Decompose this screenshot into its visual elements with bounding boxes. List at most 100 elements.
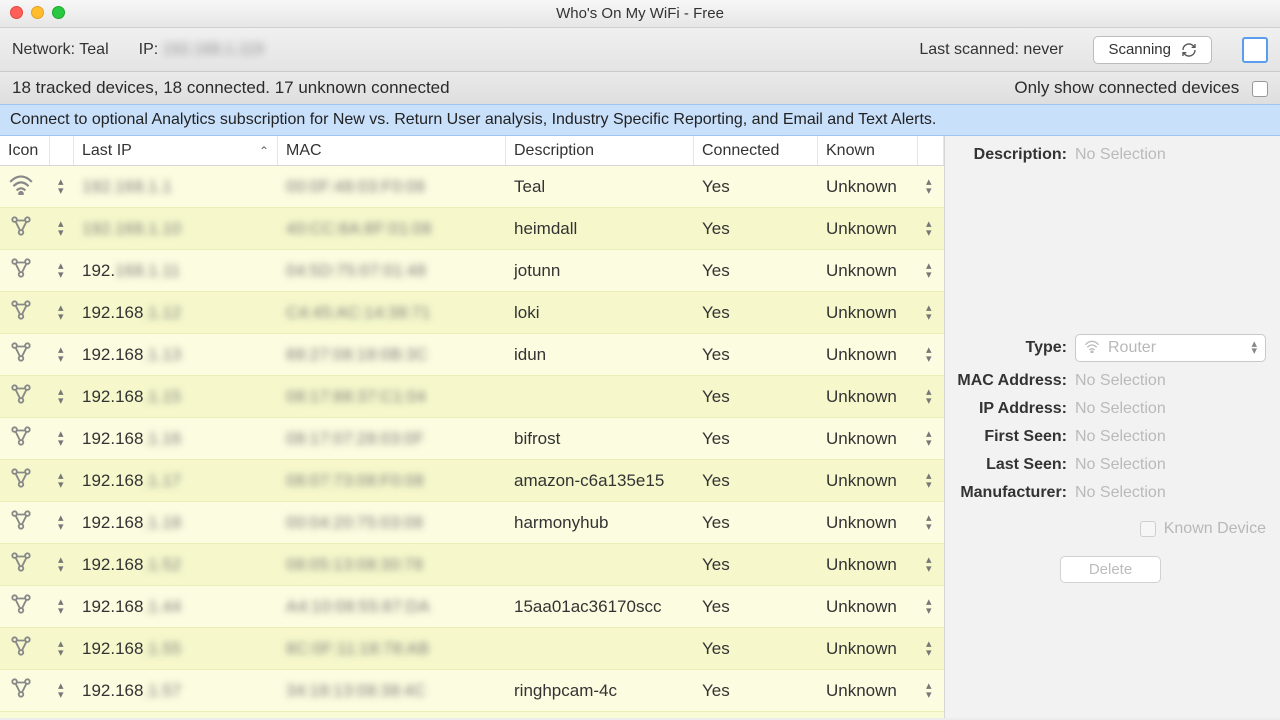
detail-manufacturer-value: No Selection [1075,484,1266,502]
col-sort[interactable] [50,136,74,165]
cell-known: Unknown [818,670,918,711]
cell-known: Unknown [818,502,918,543]
detail-description-label: Description: [955,146,1075,164]
row-stepper[interactable]: ▴▾ [50,208,74,249]
detail-mac-value: No Selection [1075,372,1266,390]
table-row[interactable]: ▴▾192.168.1.1104:5D:75:07:01:48jotunnYes… [0,250,944,292]
cell-last-ip: 192.168.1.15 [74,376,278,417]
col-connected[interactable]: Connected [694,136,818,165]
known-device-toggle[interactable]: Known Device [955,520,1266,538]
cell-last-ip: 192.168.1.57 [74,670,278,711]
col-last-ip[interactable]: Last IP⌃ [74,136,278,165]
col-mac[interactable]: MAC [278,136,506,165]
type-select[interactable]: Router ▴▾ [1075,334,1266,362]
cell-mac: 08:17:07:28:03:0F [278,418,506,459]
row-stepper[interactable]: ▴▾ [50,166,74,207]
known-stepper[interactable]: ▴▾ [918,376,944,417]
known-stepper[interactable]: ▴▾ [918,586,944,627]
cell-description [506,376,694,417]
detail-ip-label: IP Address: [955,400,1075,418]
only-connected-checkbox[interactable] [1252,81,1268,97]
known-stepper[interactable]: ▴▾ [918,292,944,333]
table-header: Icon Last IP⌃ MAC Description Connected … [0,136,944,166]
known-device-label: Known Device [1164,520,1266,538]
cell-last-ip: 192.168.1.12 [74,292,278,333]
cell-mac: 08:17:88:37:C1:04 [278,376,506,417]
known-stepper[interactable]: ▴▾ [918,502,944,543]
row-stepper[interactable]: ▴▾ [50,250,74,291]
cell-description: amazon-c6a135e15 [506,460,694,501]
table-row[interactable]: ▴▾192.168.1.44A4:10:08:55:87:DA15aa01ac3… [0,586,944,628]
row-stepper[interactable]: ▴▾ [50,628,74,669]
node-icon [0,376,50,417]
known-stepper[interactable]: ▴▾ [918,208,944,249]
only-connected-toggle[interactable]: Only show connected devices [1014,78,1268,98]
table-row[interactable]: ▴▾192.168.1.100:0F:48:03:F0:08TealYesUnk… [0,166,944,208]
detail-manufacturer-label: Manufacturer: [955,484,1075,502]
cell-mac: C4:45:AC:14:38:71 [278,292,506,333]
row-stepper[interactable]: ▴▾ [50,544,74,585]
known-stepper[interactable]: ▴▾ [918,166,944,207]
minimize-window-button[interactable] [31,6,44,19]
row-stepper[interactable]: ▴▾ [50,502,74,543]
cell-description [506,628,694,669]
known-stepper[interactable]: ▴▾ [918,460,944,501]
cell-known: Unknown [818,418,918,459]
toolbar-square-button[interactable] [1242,37,1268,63]
analytics-banner[interactable]: Connect to optional Analytics subscripti… [0,104,1280,136]
table-row[interactable]: ▴▾192.168.1.1040:CC:8A:8F:01:08heimdallY… [0,208,944,250]
node-icon [0,502,50,543]
status-row: 18 tracked devices, 18 connected. 17 unk… [0,72,1280,104]
cell-description: jotunn [506,250,694,291]
zoom-window-button[interactable] [52,6,65,19]
known-stepper[interactable]: ▴▾ [918,250,944,291]
toolbar: Network: Teal IP: 192.168.1.119 Last sca… [0,28,1280,72]
known-device-checkbox[interactable] [1140,521,1156,537]
row-stepper[interactable]: ▴▾ [50,418,74,459]
row-stepper[interactable]: ▴▾ [50,292,74,333]
table-row[interactable]: ▴▾192.168.1.558C:0F:11:18:78:ABYesUnknow… [0,628,944,670]
row-stepper[interactable]: ▴▾ [50,586,74,627]
cell-known: Unknown [818,628,918,669]
table-row[interactable]: ▴▾192.168.1.1608:17:07:28:03:0FbifrostYe… [0,418,944,460]
col-icon[interactable]: Icon [0,136,50,165]
cell-last-ip: 192.168.1.55 [74,628,278,669]
wifi-icon [1084,339,1100,358]
table-row[interactable]: ▴▾192.168.1.5734:18:13:08:38:4Cringhpcam… [0,670,944,712]
node-icon [0,418,50,459]
cell-last-ip: 192.168.1.11 [74,250,278,291]
table-row[interactable]: ▴▾192.168.1.1508:17:88:37:C1:04YesUnknow… [0,376,944,418]
table-row[interactable]: ▴▾192.168.1.1708:07:73:08:F0:08amazon-c6… [0,460,944,502]
scan-button[interactable]: Scanning [1093,36,1212,64]
cell-description [506,544,694,585]
detail-ip-value: No Selection [1075,400,1266,418]
row-stepper[interactable]: ▴▾ [50,460,74,501]
table-row[interactable]: ▴▾192.168.1.12C4:45:AC:14:38:71lokiYesUn… [0,292,944,334]
row-stepper[interactable]: ▴▾ [50,334,74,375]
detail-firstseen-label: First Seen: [955,428,1075,446]
cell-known: Unknown [818,586,918,627]
row-stepper[interactable]: ▴▾ [50,670,74,711]
cell-mac: 08:05:13:08:30:78 [278,544,506,585]
known-stepper[interactable]: ▴▾ [918,544,944,585]
node-icon [0,460,50,501]
delete-button[interactable]: Delete [1060,556,1161,583]
known-stepper[interactable]: ▴▾ [918,334,944,375]
cell-connected: Yes [694,670,818,711]
device-table: Icon Last IP⌃ MAC Description Connected … [0,136,944,718]
cell-mac: 00:0F:48:03:F0:08 [278,166,506,207]
cell-last-ip: 192.168.1.44 [74,586,278,627]
close-window-button[interactable] [10,6,23,19]
col-description[interactable]: Description [506,136,694,165]
cell-mac: 04:5D:75:07:01:48 [278,250,506,291]
table-row[interactable]: ▴▾192.168.1.1800:04:20:75:03:08harmonyhu… [0,502,944,544]
only-connected-label: Only show connected devices [1014,78,1239,97]
table-row[interactable]: ▴▾192.168.1.5208:05:13:08:30:78YesUnknow… [0,544,944,586]
known-stepper[interactable]: ▴▾ [918,670,944,711]
node-icon [0,292,50,333]
known-stepper[interactable]: ▴▾ [918,628,944,669]
table-row[interactable]: ▴▾192.168.1.1388:27:08:18:0B:3CidunYesUn… [0,334,944,376]
col-known[interactable]: Known [818,136,918,165]
row-stepper[interactable]: ▴▾ [50,376,74,417]
known-stepper[interactable]: ▴▾ [918,418,944,459]
